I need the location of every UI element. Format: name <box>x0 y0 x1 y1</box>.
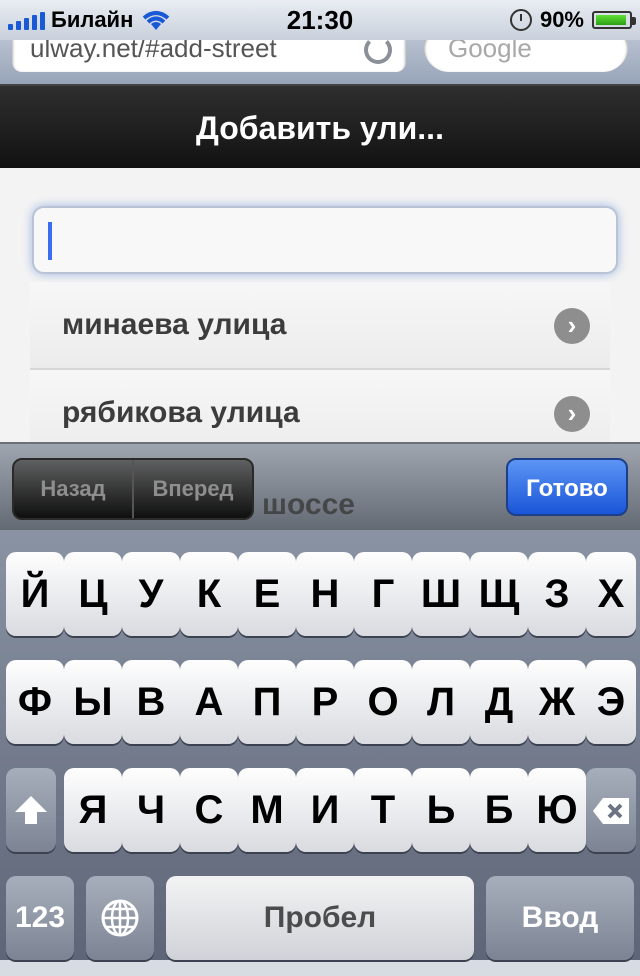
hidden-suggestion-text: шоссе <box>262 488 355 521</box>
numbers-key[interactable]: 123 <box>6 876 74 960</box>
key[interactable]: Т <box>354 768 412 852</box>
status-bar: Билайн 21:30 90% <box>0 0 640 40</box>
main-content: минаева улица › рябикова улица › <box>0 168 640 442</box>
key[interactable]: Ш <box>412 552 470 636</box>
suggestion-list: минаева улица › рябикова улица › <box>30 282 610 442</box>
shift-arrow-icon <box>15 796 47 824</box>
key[interactable]: А <box>180 660 238 744</box>
key[interactable]: П <box>238 660 296 744</box>
key[interactable]: Р <box>296 660 354 744</box>
suggestion-item[interactable]: рябикова улица › <box>30 370 610 442</box>
key[interactable]: К <box>180 552 238 636</box>
battery-icon <box>592 11 636 29</box>
key[interactable]: Ж <box>528 660 586 744</box>
key[interactable]: Ф <box>6 660 64 744</box>
search-placeholder: Google <box>448 40 532 63</box>
backspace-key[interactable] <box>586 768 636 852</box>
prev-next-segmented-control: Назад Вперед <box>12 458 254 520</box>
onscreen-keyboard: Й Ц У К Е Н Г Ш Щ З Х Ф Ы В А П Р О Л Д … <box>0 530 640 960</box>
shift-key[interactable] <box>6 768 56 852</box>
url-field[interactable]: ulway.net/#add-street <box>12 40 406 72</box>
page-title: Добавить ули... <box>196 110 444 146</box>
url-text: ulway.net/#add-street <box>30 40 277 63</box>
key[interactable]: Б <box>470 768 528 852</box>
suggestion-label: минаева улица <box>62 308 287 341</box>
search-field[interactable]: Google <box>424 40 628 72</box>
done-button[interactable]: Готово <box>506 458 628 516</box>
key[interactable]: М <box>238 768 296 852</box>
key[interactable]: Ч <box>122 768 180 852</box>
suggestion-item[interactable]: минаева улица › <box>30 282 610 370</box>
key[interactable]: Ы <box>64 660 122 744</box>
browser-address-bar: ulway.net/#add-street Google <box>0 40 640 84</box>
text-caret <box>48 222 52 260</box>
key[interactable]: Ь <box>412 768 470 852</box>
chevron-right-icon: › <box>554 396 590 432</box>
key[interactable]: Д <box>470 660 528 744</box>
key[interactable]: Я <box>64 768 122 852</box>
alarm-clock-icon <box>509 9 532 31</box>
globe-icon <box>101 899 139 937</box>
key[interactable]: Э <box>586 660 636 744</box>
key[interactable]: Ц <box>64 552 122 636</box>
suggestion-label: рябикова улица <box>62 396 300 429</box>
key[interactable]: З <box>528 552 586 636</box>
backspace-icon <box>593 798 629 824</box>
key[interactable]: В <box>122 660 180 744</box>
globe-key[interactable] <box>86 876 154 960</box>
key[interactable]: Г <box>354 552 412 636</box>
key[interactable]: О <box>354 660 412 744</box>
next-field-button[interactable]: Вперед <box>134 460 252 518</box>
key[interactable]: Л <box>412 660 470 744</box>
key[interactable]: С <box>180 768 238 852</box>
chevron-right-icon: › <box>554 308 590 344</box>
key[interactable]: Н <box>296 552 354 636</box>
prev-field-button[interactable]: Назад <box>14 460 134 518</box>
form-accessory-bar: шоссе Назад Вперед Готово <box>0 442 640 532</box>
key[interactable]: Ю <box>528 768 586 852</box>
key[interactable]: У <box>122 552 180 636</box>
return-key[interactable]: Ввод <box>486 876 634 960</box>
key[interactable]: Й <box>6 552 64 636</box>
battery-percent: 90% <box>539 7 584 32</box>
key[interactable]: Щ <box>470 552 528 636</box>
reload-icon[interactable] <box>364 40 392 64</box>
key[interactable]: Х <box>586 552 636 636</box>
key[interactable]: Е <box>238 552 296 636</box>
page-header: Добавить ули... <box>0 84 640 170</box>
key[interactable]: И <box>296 768 354 852</box>
space-key[interactable]: Пробел <box>166 876 474 960</box>
street-search-input[interactable] <box>32 206 618 274</box>
